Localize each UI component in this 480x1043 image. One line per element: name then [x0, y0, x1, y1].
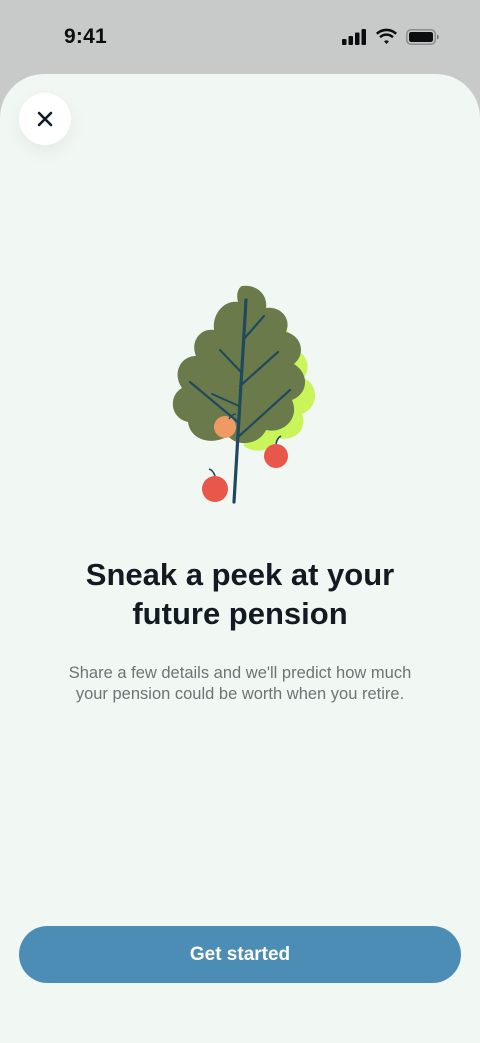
status-icons — [342, 28, 440, 45]
apple-tree-illustration — [172, 285, 316, 504]
status-bar: 9:41 — [0, 0, 480, 74]
close-icon — [37, 111, 53, 127]
title-line-1: Sneak a peek at your — [85, 557, 395, 592]
subtitle-line-2: your pension could be worth when you ret… — [75, 685, 405, 703]
signal-icon — [342, 28, 366, 45]
subtitle-line-1: Share a few details and we'll predict ho… — [68, 664, 412, 682]
battery-icon — [406, 28, 439, 45]
page-subtitle: Share a few details and we'll predict ho… — [40, 663, 440, 705]
page-title: Sneak a peek at your future pension — [40, 555, 440, 633]
get-started-button[interactable]: Get started — [19, 926, 461, 983]
status-time: 9:41 — [64, 25, 107, 48]
wifi-icon — [376, 28, 397, 44]
title-line-2: future pension — [132, 596, 348, 631]
bottom-sheet: Sneak a peek at your future pension Shar… — [0, 74, 480, 1043]
close-button[interactable] — [19, 93, 71, 145]
